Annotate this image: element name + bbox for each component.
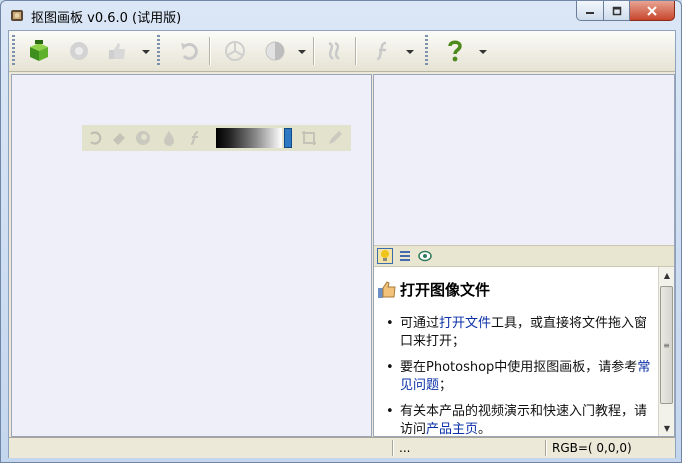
toolbar-separator [209,37,211,65]
crop-icon[interactable] [300,129,318,147]
status-divider [392,440,394,456]
app-window: 抠图画板 v0.6.0 (试用版) 打开图像文件 • 可通过打开文件工具，或直接… [0,0,682,463]
thumbs-up-button[interactable] [103,37,131,65]
thumbs-up-icon [378,281,396,298]
chevron-down-icon[interactable] [479,49,487,55]
aperture-icon [225,41,245,61]
help-text: 。 [478,422,492,436]
undo-button[interactable] [175,37,203,65]
thumbs-up-icon [109,43,125,59]
maximize-button[interactable] [604,1,630,21]
minimize-button[interactable] [576,1,604,21]
window-title: 抠图画板 v0.6.0 (试用版) [31,11,182,26]
toolbar-separator [313,37,315,65]
green-cube-icon [30,40,48,61]
half-circle-icon [265,41,285,61]
help-button[interactable] [441,37,469,65]
help-text: ； [439,378,453,393]
rotate-icon[interactable] [86,129,104,147]
status-bar: ... RGB=( 0,0,0) [9,437,675,458]
scroll-up-button[interactable]: ▲ [659,267,675,283]
chevron-down-icon[interactable] [142,49,150,55]
help-text: 要在Photoshop中使用抠图画板，请参考 [400,360,638,375]
toolbar-separator [355,37,357,65]
help-text: 可通过 [400,316,440,331]
help-title: 打开图像文件 [400,281,491,299]
list-item: 可通过打开文件工具，或直接将文件拖入窗口来打开； [382,315,652,351]
app-logo-icon [11,10,23,21]
close-icon [647,5,657,16]
list-icon [400,251,410,261]
main-toolbar [9,31,675,72]
status-progress: ... [399,441,411,455]
question-mark-icon [448,40,462,62]
function-f-icon [376,41,387,61]
title-bar[interactable]: 抠图画板 v0.6.0 (试用版) [1,1,681,29]
help-content: 打开图像文件 可通过打开文件工具，或直接将文件拖入窗口来打开； 要在Photos… [374,267,658,436]
gear-disc-icon [70,42,88,60]
product-home-link[interactable]: 产品主页 [426,422,478,436]
eraser-icon[interactable] [110,129,128,147]
scroll-thumb[interactable]: ≡ [660,286,673,404]
minimize-icon [586,11,594,14]
function-f-icon[interactable] [186,129,204,147]
chevron-down-icon[interactable] [298,49,306,55]
client-area: 打开图像文件 可通过打开文件工具，或直接将文件拖入窗口来打开； 要在Photos… [8,30,676,458]
image-canvas[interactable] [11,74,372,437]
toolbar-grip[interactable] [12,35,15,67]
curves-button[interactable] [321,37,349,65]
side-panel: 打开图像文件 可通过打开文件工具，或直接将文件拖入窗口来打开； 要在Photos… [373,74,675,437]
maximize-icon [612,6,621,15]
pencil-icon[interactable] [326,129,344,147]
toolbar-grip[interactable] [157,35,160,67]
list-tab[interactable] [397,248,413,264]
preview-tab[interactable] [417,248,433,264]
undo-arrow-icon [181,43,198,60]
chevron-down-icon[interactable] [406,49,414,55]
eye-icon [418,250,432,262]
help-scrollbar[interactable]: ▲ ≡ ▼ [658,267,674,436]
help-list: 可通过打开文件工具，或直接将文件拖入窗口来打开； 要在Photoshop中使用抠… [382,315,652,436]
help-toolbar [374,245,674,267]
aperture-button[interactable] [221,37,249,65]
open-image-button[interactable] [25,37,53,65]
open-file-link[interactable]: 打开文件 [439,316,491,331]
floating-toolbar [82,125,351,151]
tips-tab[interactable] [377,248,393,264]
list-item: 有关本产品的视频演示和快速入门教程，请访问产品主页。 [382,403,652,436]
save-image-button[interactable] [65,37,93,65]
gradient-slider-handle[interactable] [284,128,292,148]
function-button[interactable] [369,37,397,65]
close-button[interactable] [630,1,675,21]
rgb-readout: RGB=( 0,0,0) [552,441,632,455]
toolbar-grip[interactable] [425,35,428,67]
gradient-bar[interactable] [216,128,282,148]
list-item: 要在Photoshop中使用抠图画板，请参考常见问题； [382,359,652,395]
wave-icon [328,41,340,60]
window-controls [576,1,675,21]
swirl-icon[interactable] [134,129,152,147]
drop-icon[interactable] [160,129,178,147]
scroll-down-button[interactable]: ▼ [659,420,675,436]
lightbulb-icon [381,250,389,261]
contrast-button[interactable] [261,37,289,65]
status-divider [545,440,547,456]
